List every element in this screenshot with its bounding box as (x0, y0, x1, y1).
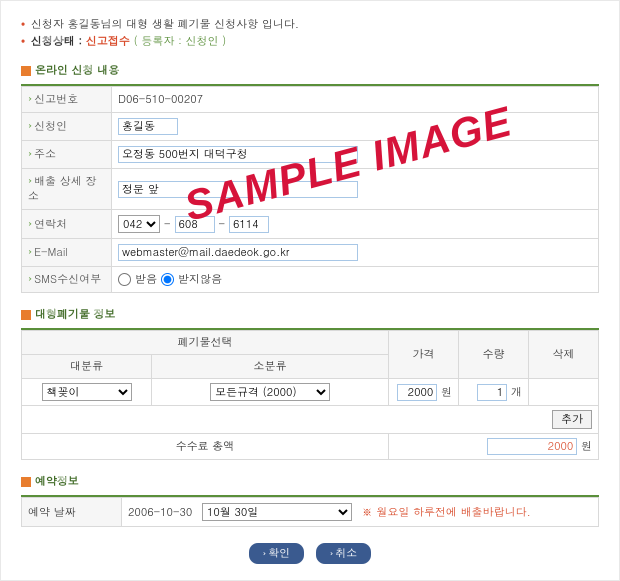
header-cat2: 소분류 (152, 355, 389, 379)
header-delete: 삭제 (529, 331, 599, 379)
registrar-value: 신청인 (185, 34, 218, 49)
sms-yes-label: 받음 (135, 272, 157, 287)
label-reserve-date: 예약 날짜 (22, 498, 122, 527)
reserve-table: 예약 날짜 2006-10-30 10월 30일 ※ 월요일 하루전에 배출바랍… (21, 497, 599, 527)
notice-status: • 신청상태 : 신고접수 ( 등록자 : 신청인 ) (21, 34, 599, 49)
header-cat1: 대분류 (22, 355, 152, 379)
section-waste-info: 대형폐기물 정보 (21, 307, 599, 322)
dash: - (164, 217, 171, 232)
qty-input[interactable] (477, 384, 507, 401)
waste-table: 폐기물선택 가격 수량 삭제 대분류 소분류 책꽂이 모든규격 (2000) 원… (21, 330, 599, 460)
section-title: 온라인 신청 내용 (35, 63, 119, 78)
phone-area-select[interactable]: 042 (118, 215, 160, 233)
header-qty: 수량 (459, 331, 529, 379)
label-applicant: ›신청인 (22, 113, 112, 141)
section-icon (21, 310, 31, 320)
label-spot: ›배출 상세 장소 (22, 169, 112, 210)
section-title: 대형폐기물 정보 (35, 307, 116, 322)
waste-row: 책꽂이 모든규격 (2000) 원 개 (22, 379, 599, 406)
notice-applicant: • 신청자 홍길동님의 대형 생활 폐기물 신청사항 입니다. (21, 17, 599, 32)
registrar-close: ) (222, 34, 226, 49)
label-phone: ›연락처 (22, 210, 112, 239)
section-icon (21, 66, 31, 76)
ok-button[interactable]: ›확인 (249, 543, 304, 564)
status-value: 신고접수 (86, 34, 130, 49)
phone-mid-input[interactable] (175, 216, 215, 233)
section-title: 예약정보 (35, 474, 79, 489)
dash: - (219, 217, 226, 232)
phone-last-input[interactable] (229, 216, 269, 233)
bullet-icon: • (21, 17, 25, 32)
section-online-request: 온라인 신청 내용 (21, 63, 599, 78)
bullet-icon: • (21, 34, 25, 49)
section-icon (21, 477, 31, 487)
sms-no-radio[interactable] (161, 273, 174, 286)
address-input[interactable] (118, 146, 358, 163)
info-table: ›신고번호 D06-510-00207 ›신청인 ›주소 ›배출 상세 장소 ›… (21, 86, 599, 293)
reserve-date-select[interactable]: 10월 30일 (202, 503, 352, 521)
email-input[interactable] (118, 244, 358, 261)
cat1-select[interactable]: 책꽂이 (42, 383, 132, 401)
total-input[interactable] (487, 438, 577, 455)
price-unit: 원 (441, 385, 452, 400)
arrow-icon: › (330, 547, 333, 560)
header-price: 가격 (389, 331, 459, 379)
total-label: 수수료 총액 (22, 434, 389, 460)
status-label: 신청상태 : (31, 34, 86, 49)
header-waste-select: 폐기물선택 (22, 331, 389, 355)
sms-yes-radio[interactable] (118, 273, 131, 286)
cancel-button[interactable]: ›취소 (316, 543, 371, 564)
section-reservation: 예약정보 (21, 474, 599, 489)
price-input[interactable] (397, 384, 437, 401)
qty-unit: 개 (511, 385, 522, 400)
add-button[interactable]: 추가 (552, 410, 592, 429)
sms-no-label: 받지않음 (178, 272, 222, 287)
label-report-no: ›신고번호 (22, 87, 112, 113)
notice-line1: 신청자 홍길동님의 대형 생활 폐기물 신청사항 입니다. (31, 17, 299, 32)
registrar-open: ( 등록자 : (134, 34, 186, 49)
applicant-input[interactable] (118, 118, 178, 135)
value-report-no: D06-510-00207 (112, 87, 599, 113)
label-address: ›주소 (22, 141, 112, 169)
total-unit: 원 (581, 439, 592, 454)
arrow-icon: › (263, 547, 266, 560)
label-email: ›E-Mail (22, 239, 112, 267)
button-bar: ›확인 ›취소 (21, 543, 599, 564)
spot-input[interactable] (118, 181, 358, 198)
label-sms: ›SMS수신여부 (22, 267, 112, 293)
cat2-select[interactable]: 모든규격 (2000) (210, 383, 330, 401)
